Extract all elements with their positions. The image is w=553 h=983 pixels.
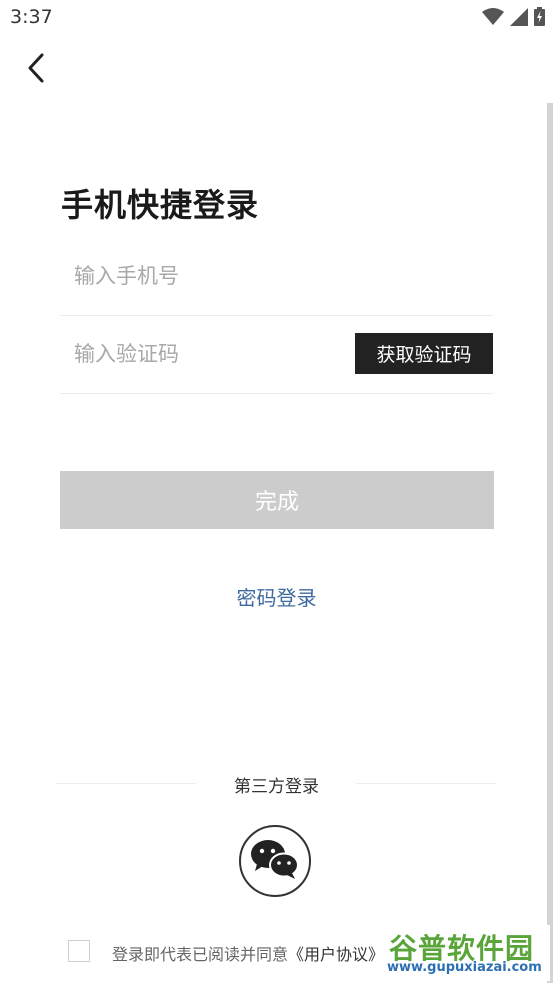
divider-right (356, 783, 496, 784)
get-code-button[interactable]: 获取验证码 (355, 333, 493, 374)
agreement-prefix: 登录即代表已阅读并同意 (112, 945, 289, 964)
status-icons (482, 7, 545, 30)
wechat-icon (249, 837, 301, 885)
wifi-icon (482, 7, 504, 30)
watermark-url: www.gupuxiazai.com (387, 960, 542, 975)
scrollbar[interactable] (547, 103, 553, 983)
password-login-link[interactable]: 密码登录 (0, 582, 553, 611)
user-agreement-link[interactable]: 《用户协议》 (288, 945, 384, 964)
page-title: 手机快捷登录 (61, 186, 260, 224)
third-party-login-label: 第三方登录 (234, 777, 319, 797)
agreement-text: 登录即代表已阅读并同意《用户协议》 (112, 941, 384, 965)
agreement-checkbox[interactable] (68, 940, 90, 962)
signal-icon (510, 7, 528, 30)
phone-field-row (60, 237, 493, 316)
verification-code-input[interactable] (74, 337, 334, 371)
status-bar: 3:37 (0, 0, 553, 36)
battery-charging-icon (534, 7, 545, 30)
status-time: 3:37 (10, 6, 53, 28)
submit-button[interactable]: 完成 (60, 471, 494, 529)
wechat-login-button[interactable] (239, 825, 311, 897)
watermark: 谷普软件园 www.gupuxiazai.com (385, 925, 550, 981)
chevron-left-icon (25, 52, 47, 88)
phone-input[interactable] (74, 259, 334, 293)
code-field-row: 获取验证码 (60, 315, 493, 394)
back-button[interactable] (16, 50, 56, 90)
